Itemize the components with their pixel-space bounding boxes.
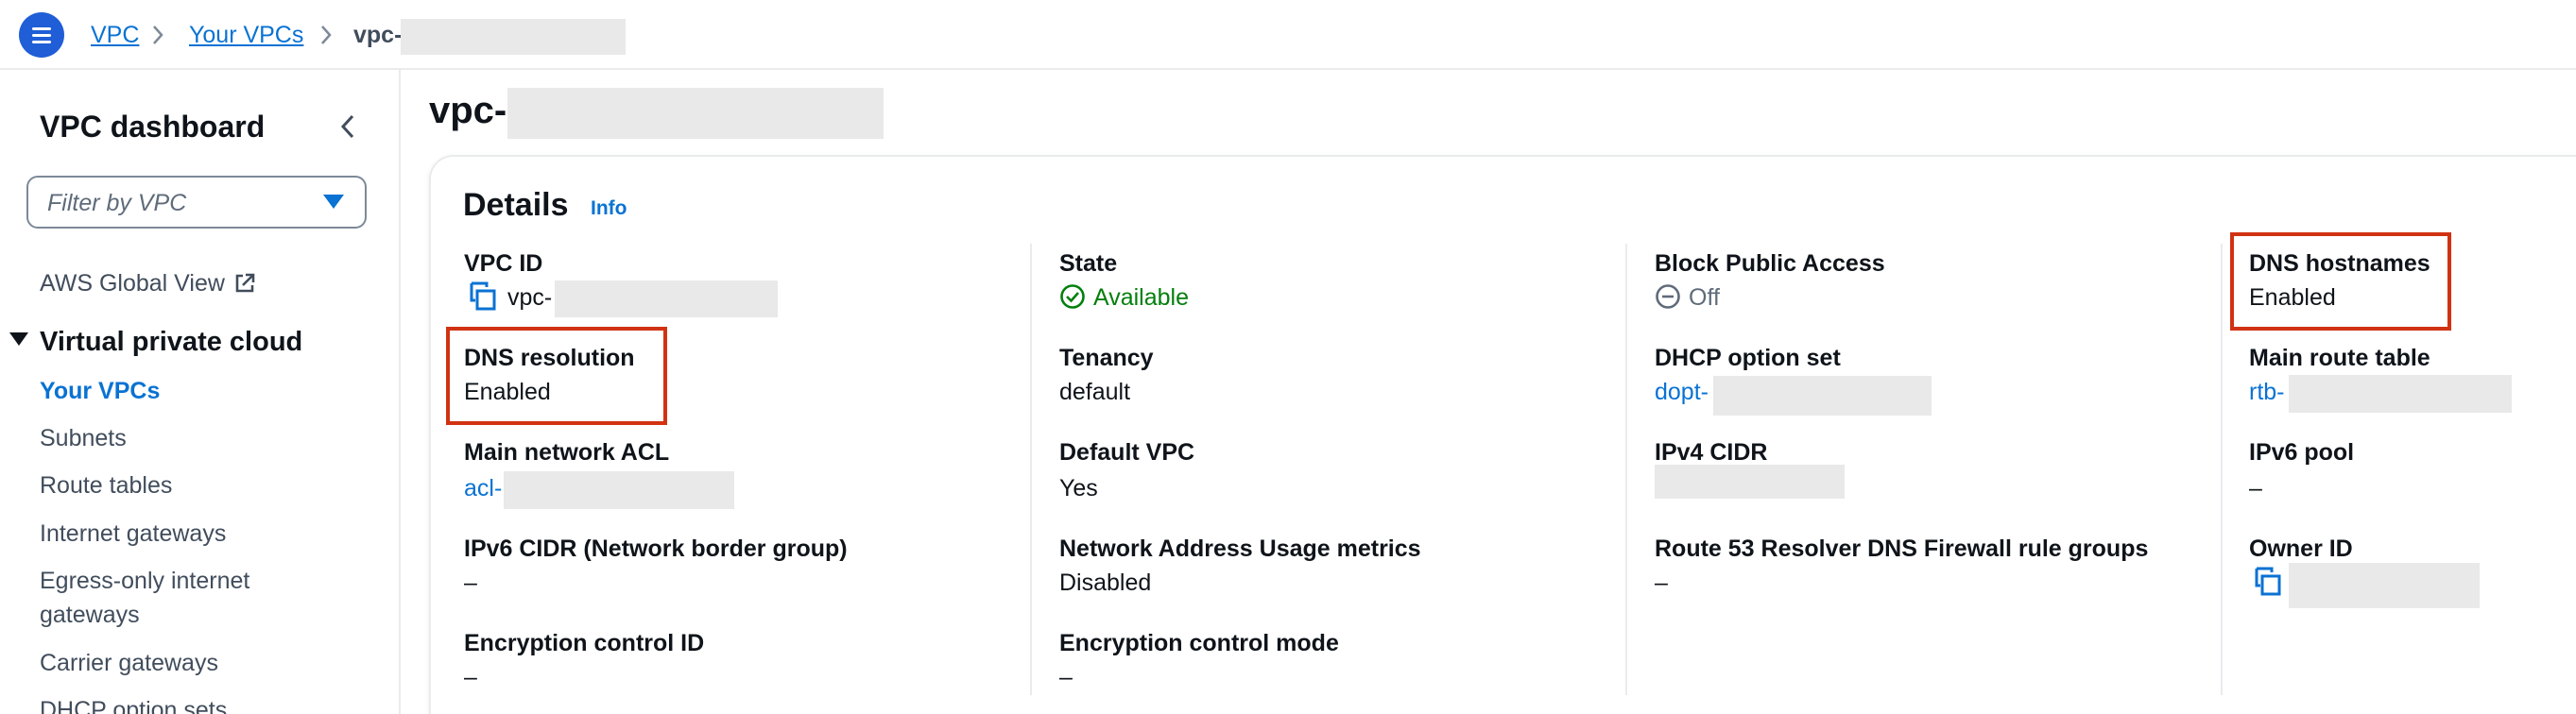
menu-icon[interactable] [19, 12, 64, 58]
network-address-usage-label: Network Address Usage metrics [1059, 536, 1421, 562]
external-link-icon[interactable] [233, 272, 256, 295]
sidebar-item-route-tables[interactable]: Route tables [40, 470, 172, 501]
main-route-table-link[interactable]: rtb- [2249, 378, 2285, 406]
dns-hostnames-label: DNS hostnames [2249, 250, 2430, 277]
info-link[interactable]: Info [591, 196, 627, 221]
dhcp-option-set-label: DHCP option set [1655, 345, 1841, 371]
sidebar-item-egress-only-internet-gateways-line2[interactable]: gateways [40, 600, 140, 630]
vpc-id-label: VPC ID [464, 250, 543, 277]
main-network-acl-link[interactable]: acl- [464, 474, 502, 502]
sidebar-item-egress-only-internet-gateways[interactable]: Egress-only internet [40, 566, 249, 596]
sidebar-item-dhcp-option-sets[interactable]: DHCP option sets [40, 695, 227, 714]
copy-icon[interactable] [2253, 567, 2283, 597]
page-title: vpc- [429, 90, 507, 131]
encryption-control-mode-label: Encryption control mode [1059, 630, 1339, 656]
route53-dns-firewall-label: Route 53 Resolver DNS Firewall rule grou… [1655, 536, 2149, 562]
route53-dns-firewall-value: – [1655, 570, 1668, 596]
block-public-access-value: Off [1689, 284, 1720, 311]
state-value: Available [1093, 284, 1190, 311]
ipv4-cidr-label: IPv4 CIDR [1655, 439, 1768, 466]
redacted-vpc-id [555, 280, 778, 317]
dns-resolution-value: Enabled [464, 379, 551, 405]
owner-id-label: Owner ID [2249, 536, 2353, 562]
state-label: State [1059, 250, 1118, 277]
tenancy-label: Tenancy [1059, 345, 1154, 371]
collapse-sidebar-icon[interactable] [336, 111, 359, 142]
sidebar-item-internet-gateways[interactable]: Internet gateways [40, 518, 226, 549]
column-divider [2221, 244, 2223, 695]
dns-resolution-label: DNS resolution [464, 345, 635, 371]
check-circle-icon [1060, 284, 1085, 309]
sidebar: VPC dashboard AWS Global View Virtual pr… [0, 70, 401, 714]
ipv6-cidr-value: – [464, 570, 477, 596]
dhcp-option-set-link[interactable]: dopt- [1655, 378, 1709, 406]
default-vpc-label: Default VPC [1059, 439, 1195, 466]
redacted-vpc-id [401, 19, 626, 55]
main-network-acl-label: Main network ACL [464, 439, 670, 466]
breadcrumb-current: vpc- [353, 22, 403, 48]
ipv6-pool-label: IPv6 pool [2249, 439, 2355, 466]
redacted-dhcp-id [1713, 376, 1932, 416]
tenancy-value: default [1059, 379, 1131, 405]
column-divider [1030, 244, 1032, 695]
ipv6-pool-value: – [2249, 475, 2262, 502]
main-route-table-label: Main route table [2249, 345, 2430, 371]
block-public-access-label: Block Public Access [1655, 250, 1885, 277]
ipv6-cidr-label: IPv6 CIDR (Network border group) [464, 536, 848, 562]
top-navigation-bar: VPC Your VPCs vpc- [0, 0, 2576, 70]
chevron-right-icon [153, 26, 163, 44]
sidebar-item-subnets[interactable]: Subnets [40, 423, 127, 453]
minus-circle-icon [1656, 284, 1680, 309]
encryption-control-id-value: – [464, 664, 477, 690]
sidebar-item-your-vpcs[interactable]: Your VPCs [40, 376, 160, 406]
sidebar-item-carrier-gateways[interactable]: Carrier gateways [40, 648, 218, 678]
chevron-right-icon [321, 26, 332, 44]
highlight-box-dns-hostnames [2230, 232, 2451, 331]
breadcrumb-your-vpcs[interactable]: Your VPCs [189, 21, 303, 49]
encryption-control-mode-value: – [1059, 664, 1073, 690]
details-title: Details [463, 187, 569, 223]
redacted-owner-id [2289, 563, 2480, 608]
caret-down-icon [9, 332, 28, 346]
dns-hostnames-value: Enabled [2249, 284, 2336, 311]
caret-down-icon[interactable] [323, 195, 344, 209]
redacted-route-table-id [2289, 375, 2512, 413]
column-divider [1625, 244, 1627, 695]
default-vpc-value: Yes [1059, 475, 1098, 502]
vpc-filter-select[interactable] [26, 176, 367, 229]
sidebar-item-global-view[interactable]: AWS Global View [40, 268, 225, 298]
sidebar-section-virtual-private-cloud[interactable]: Virtual private cloud [9, 325, 302, 359]
redacted-ipv4-cidr [1655, 465, 1845, 499]
encryption-control-id-label: Encryption control ID [464, 630, 705, 656]
copy-icon[interactable] [468, 281, 498, 312]
vpc-id-value: vpc- [507, 284, 553, 311]
network-address-usage-value: Disabled [1059, 570, 1152, 596]
vpc-filter-input[interactable] [47, 187, 312, 219]
redacted-vpc-id [507, 88, 884, 139]
breadcrumb-vpc[interactable]: VPC [91, 21, 139, 49]
redacted-acl-id [504, 471, 734, 509]
highlight-box-dns-resolution [446, 327, 667, 425]
sidebar-title: VPC dashboard [40, 110, 266, 144]
